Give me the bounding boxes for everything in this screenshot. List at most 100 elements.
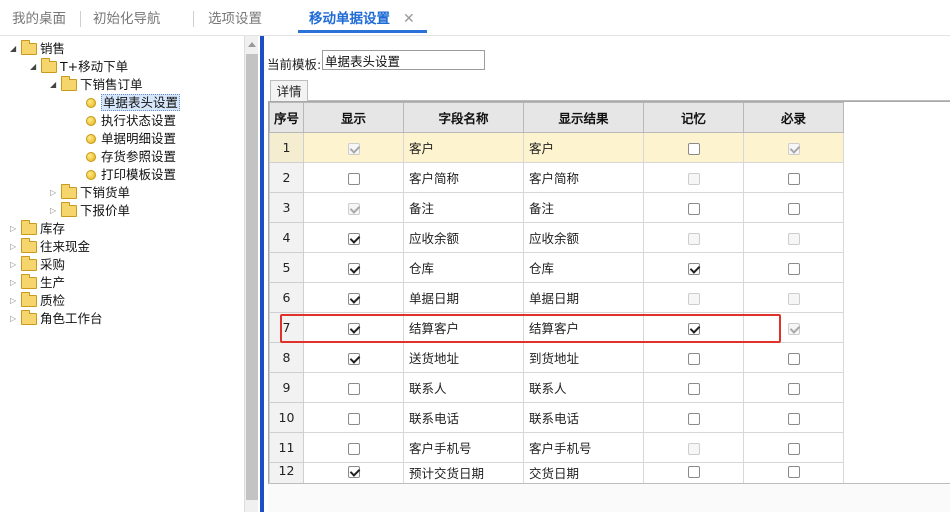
tab-detail[interactable]: 详情 bbox=[270, 80, 308, 101]
checkbox-show[interactable] bbox=[347, 292, 360, 305]
column-header-result[interactable]: 显示结果 bbox=[523, 102, 644, 133]
tree-node-quote[interactable]: ▷ 下报价单 bbox=[50, 202, 130, 220]
tree-node-sales[interactable]: ◢ 销售 bbox=[10, 40, 65, 58]
leaf-node-icon bbox=[86, 98, 96, 108]
collapsed-arrow-icon[interactable]: ▷ bbox=[10, 220, 20, 238]
table-row[interactable]: 1 客户 客户 bbox=[269, 132, 844, 163]
collapsed-arrow-icon[interactable]: ▷ bbox=[10, 274, 20, 292]
tab-option-settings[interactable]: 选项设置 bbox=[208, 0, 262, 34]
display-result-cell: 客户手机号 bbox=[523, 432, 644, 463]
tree-node-production[interactable]: ▷ 生产 bbox=[10, 274, 65, 292]
checkbox-show-cell bbox=[303, 222, 404, 253]
tab-divider bbox=[193, 11, 194, 27]
checkbox-required[interactable] bbox=[787, 172, 800, 185]
checkbox-show-cell bbox=[303, 192, 404, 223]
checkbox-memory[interactable] bbox=[687, 382, 700, 395]
checkbox-memory[interactable] bbox=[687, 202, 700, 215]
checkbox-required-cell bbox=[743, 432, 844, 463]
checkbox-show-cell bbox=[303, 342, 404, 373]
column-header-field[interactable]: 字段名称 bbox=[403, 102, 524, 133]
checkbox-show[interactable] bbox=[347, 382, 360, 395]
checkbox-required-cell bbox=[743, 162, 844, 193]
tree-leaf-header-settings[interactable]: 单据表头设置 bbox=[86, 94, 181, 112]
collapsed-arrow-icon[interactable]: ▷ bbox=[10, 238, 20, 256]
checkbox-memory-cell bbox=[643, 192, 744, 223]
checkbox-required[interactable] bbox=[787, 465, 800, 478]
tree-node-t-mobile-order[interactable]: ◢ T+移动下单 bbox=[30, 58, 128, 76]
checkbox-show[interactable] bbox=[347, 262, 360, 275]
tree-node-quality[interactable]: ▷ 质检 bbox=[10, 292, 65, 310]
display-result-cell: 应收余额 bbox=[523, 222, 644, 253]
table-row[interactable]: 9 联系人 联系人 bbox=[269, 372, 844, 403]
tree-scrollbar[interactable] bbox=[244, 36, 258, 512]
table-row[interactable]: 11 客户手机号 客户手机号 bbox=[269, 432, 844, 463]
checkbox-required[interactable] bbox=[787, 382, 800, 395]
tree-node-role-workbench[interactable]: ▷ 角色工作台 bbox=[10, 310, 103, 328]
field-name-cell: 客户手机号 bbox=[403, 432, 524, 463]
collapsed-arrow-icon[interactable]: ▷ bbox=[50, 202, 60, 220]
collapsed-arrow-icon[interactable]: ▷ bbox=[10, 256, 20, 274]
table-row[interactable]: 7 结算客户 结算客户 bbox=[269, 312, 844, 343]
checkbox-required[interactable] bbox=[787, 442, 800, 455]
folder-icon bbox=[21, 238, 37, 253]
column-header-show[interactable]: 显示 bbox=[303, 102, 404, 133]
column-header-memory[interactable]: 记忆 bbox=[643, 102, 744, 133]
checkbox-memory[interactable] bbox=[687, 465, 700, 478]
table-row[interactable]: 6 单据日期 单据日期 bbox=[269, 282, 844, 313]
collapsed-arrow-icon[interactable]: ▷ bbox=[10, 292, 20, 310]
scrollbar-thumb[interactable] bbox=[246, 54, 258, 500]
checkbox-show[interactable] bbox=[347, 352, 360, 365]
checkbox-show[interactable] bbox=[347, 322, 360, 335]
table-row[interactable]: 2 客户简称 客户简称 bbox=[269, 162, 844, 193]
tree-leaf-detail-settings[interactable]: 单据明细设置 bbox=[86, 130, 176, 148]
checkbox-required[interactable] bbox=[787, 262, 800, 275]
column-header-required[interactable]: 必录 bbox=[743, 102, 844, 133]
column-header-no[interactable]: 序号 bbox=[269, 102, 304, 133]
tab-init-guide[interactable]: 初始化导航 bbox=[93, 0, 161, 34]
tab-mobile-doc-settings[interactable]: 移动单据设置 bbox=[309, 0, 390, 34]
display-result-cell: 交货日期 bbox=[523, 462, 644, 483]
field-name-cell: 客户 bbox=[403, 132, 524, 163]
row-number: 10 bbox=[269, 402, 304, 433]
tree-node-inventory[interactable]: ▷ 库存 bbox=[10, 220, 65, 238]
checkbox-show[interactable] bbox=[347, 465, 360, 478]
table-header-row: 序号 显示 字段名称 显示结果 记忆 必录 bbox=[269, 102, 844, 133]
table-row[interactable]: 8 送货地址 到货地址 bbox=[269, 342, 844, 373]
scroll-up-arrow-icon[interactable] bbox=[248, 42, 256, 47]
leaf-node-icon bbox=[86, 134, 96, 144]
checkbox-memory[interactable] bbox=[687, 142, 700, 155]
table-row[interactable]: 4 应收余额 应收余额 bbox=[269, 222, 844, 253]
table-row[interactable]: 10 联系电话 联系电话 bbox=[269, 402, 844, 433]
collapsed-arrow-icon[interactable]: ▷ bbox=[50, 184, 60, 202]
checkbox-show[interactable] bbox=[347, 172, 360, 185]
tree-leaf-exec-status[interactable]: 执行状态设置 bbox=[86, 112, 176, 130]
table-row[interactable]: 3 备注 备注 bbox=[269, 192, 844, 223]
tree-node-sales-order[interactable]: ◢ 下销售订单 bbox=[50, 76, 143, 94]
checkbox-memory[interactable] bbox=[687, 412, 700, 425]
checkbox-show-cell bbox=[303, 462, 404, 483]
checkbox-memory[interactable] bbox=[687, 262, 700, 275]
folder-icon bbox=[21, 274, 37, 289]
checkbox-show[interactable] bbox=[347, 442, 360, 455]
expanded-arrow-icon[interactable]: ◢ bbox=[50, 76, 60, 94]
checkbox-memory[interactable] bbox=[687, 322, 700, 335]
checkbox-memory[interactable] bbox=[687, 352, 700, 365]
tree-node-cash[interactable]: ▷ 往来现金 bbox=[10, 238, 90, 256]
checkbox-required[interactable] bbox=[787, 412, 800, 425]
tree-node-purchase[interactable]: ▷ 采购 bbox=[10, 256, 65, 274]
tree-leaf-print-template[interactable]: 打印模板设置 bbox=[86, 166, 176, 184]
expanded-arrow-icon[interactable]: ◢ bbox=[30, 58, 40, 76]
expanded-arrow-icon[interactable]: ◢ bbox=[10, 40, 20, 58]
tree-leaf-inventory-ref[interactable]: 存货参照设置 bbox=[86, 148, 176, 166]
checkbox-required[interactable] bbox=[787, 352, 800, 365]
table-row[interactable]: 5 仓库 仓库 bbox=[269, 252, 844, 283]
checkbox-show[interactable] bbox=[347, 412, 360, 425]
checkbox-show[interactable] bbox=[347, 232, 360, 245]
checkbox-required[interactable] bbox=[787, 202, 800, 215]
tree-node-delivery[interactable]: ▷ 下销货单 bbox=[50, 184, 130, 202]
table-row[interactable]: 12 预计交货日期 交货日期 bbox=[269, 462, 844, 483]
collapsed-arrow-icon[interactable]: ▷ bbox=[10, 310, 20, 328]
field-name-cell: 客户简称 bbox=[403, 162, 524, 193]
template-input[interactable] bbox=[322, 50, 485, 70]
tab-my-desktop[interactable]: 我的桌面 bbox=[12, 0, 66, 34]
